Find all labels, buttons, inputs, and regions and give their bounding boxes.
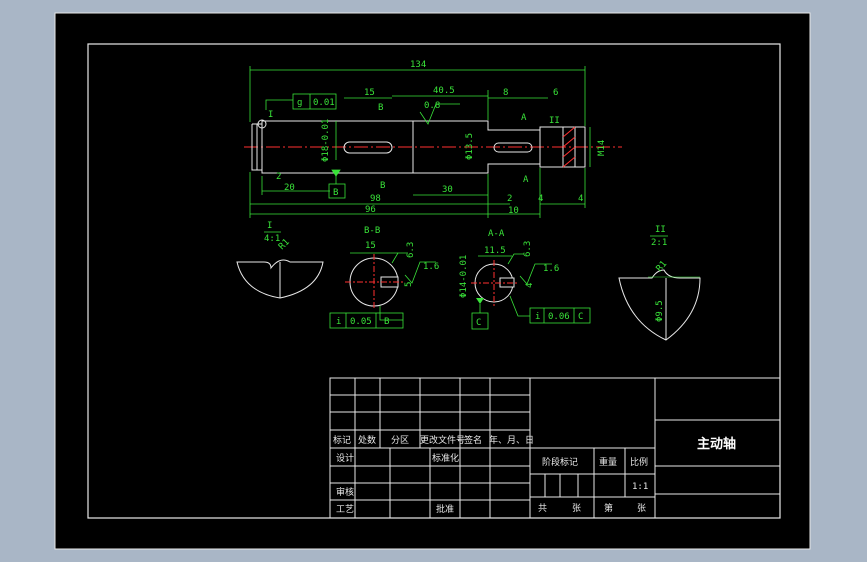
- title-sheet-unit-a: 张: [572, 503, 581, 514]
- roughness-6-3-b: 6.3: [406, 242, 416, 258]
- roughness-6-3-a: 6.3: [523, 241, 533, 257]
- dim-30: 30: [442, 185, 453, 195]
- tolerance-symbol-a-a: i: [535, 312, 540, 322]
- title-header-sign: 签名: [464, 434, 482, 446]
- title-scale-value: 1:1: [632, 482, 648, 492]
- title-header-zone: 分区: [391, 435, 409, 446]
- dim-2: 2: [507, 194, 512, 204]
- section-mark-a-top: A: [521, 113, 527, 123]
- dim-4a: 4: [538, 194, 543, 204]
- section-mark-b-bottom: B: [380, 181, 385, 191]
- tolerance-symbol-main: g: [297, 98, 302, 108]
- section-mark-b-top: B: [378, 103, 383, 113]
- section-dim-15: 15: [365, 241, 376, 251]
- dim-8: 8: [503, 88, 508, 98]
- detail-scale-ii: 2:1: [651, 238, 667, 248]
- roughness-1-6-a: 1.6: [543, 264, 559, 274]
- title-header-count: 处数: [358, 434, 376, 446]
- section-title-b-b: B-B: [364, 226, 380, 236]
- roughness-1-6-b: 1.6: [423, 262, 439, 272]
- section-dim-5: 5: [404, 282, 414, 287]
- tolerance-symbol-b-b: i: [336, 317, 341, 327]
- title-row-design: 设计: [336, 452, 354, 464]
- detail-mark-ii: II: [549, 116, 560, 126]
- title-sheet-no: 第: [604, 502, 613, 514]
- section-dim-11-5: 11.5: [484, 246, 506, 256]
- dim-96: 96: [365, 205, 376, 215]
- section-mark-a-bottom: A: [523, 175, 529, 185]
- title-stage-mark: 阶段标记: [542, 456, 578, 468]
- title-scale-label: 比例: [630, 456, 648, 468]
- datum-c: C: [476, 318, 481, 328]
- title-row-approve: 批准: [436, 503, 454, 515]
- title-sheet-unit-b: 张: [637, 503, 646, 514]
- dim-overall-length: 134: [410, 60, 426, 70]
- part-name: 主动轴: [697, 436, 736, 452]
- detail-dim-dia-9-5: Φ9.5: [655, 300, 665, 322]
- detail-scale-i: 4:1: [264, 234, 280, 244]
- detail-label-i: I: [267, 221, 272, 231]
- title-sheet-total: 共: [538, 503, 547, 514]
- tolerance-datum-a-a: C: [578, 312, 583, 322]
- dim-2-end: 2: [276, 172, 281, 182]
- tolerance-value-main: 0.01: [313, 98, 335, 108]
- dim-98: 98: [370, 194, 381, 204]
- dim-20: 20: [284, 183, 295, 193]
- detail-label-ii: II: [655, 225, 666, 235]
- detail-mark-i: I: [268, 110, 273, 120]
- title-row-standard: 标准化: [432, 452, 459, 464]
- title-row-review: 审核: [336, 486, 354, 498]
- dim-dia-18: Φ18-0.01: [321, 119, 331, 162]
- dim-40-5: 40.5: [433, 86, 455, 96]
- tolerance-datum-b-b: B: [384, 317, 389, 327]
- title-row-process: 工艺: [336, 504, 354, 515]
- dim-4b: 4: [578, 194, 583, 204]
- title-header-mark: 标记: [333, 434, 351, 446]
- drawing-sheet: g 0.01 B 134 15 40.5 8 6 20 30 98 96 2 1…: [54, 12, 811, 550]
- tolerance-value-b-b: 0.05: [350, 317, 372, 327]
- dim-dia-13-5: Φ13.5: [465, 133, 475, 160]
- section-title-a-a: A-A: [488, 229, 505, 239]
- section-dim-4: 4: [525, 283, 535, 288]
- title-header-date: 年、月、日: [489, 434, 534, 446]
- dim-m14: M14: [597, 140, 607, 156]
- dim-10: 10: [508, 206, 519, 216]
- datum-b: B: [333, 188, 338, 198]
- section-dim-dia-14: Φ14-0.01: [459, 255, 469, 298]
- dim-6: 6: [553, 88, 558, 98]
- dim-15: 15: [364, 88, 375, 98]
- roughness-0-8: 0.8: [424, 101, 440, 111]
- tolerance-value-a-a: 0.06: [548, 312, 570, 322]
- title-header-change-doc: 更改文件号: [420, 434, 465, 446]
- title-weight: 重量: [599, 456, 617, 468]
